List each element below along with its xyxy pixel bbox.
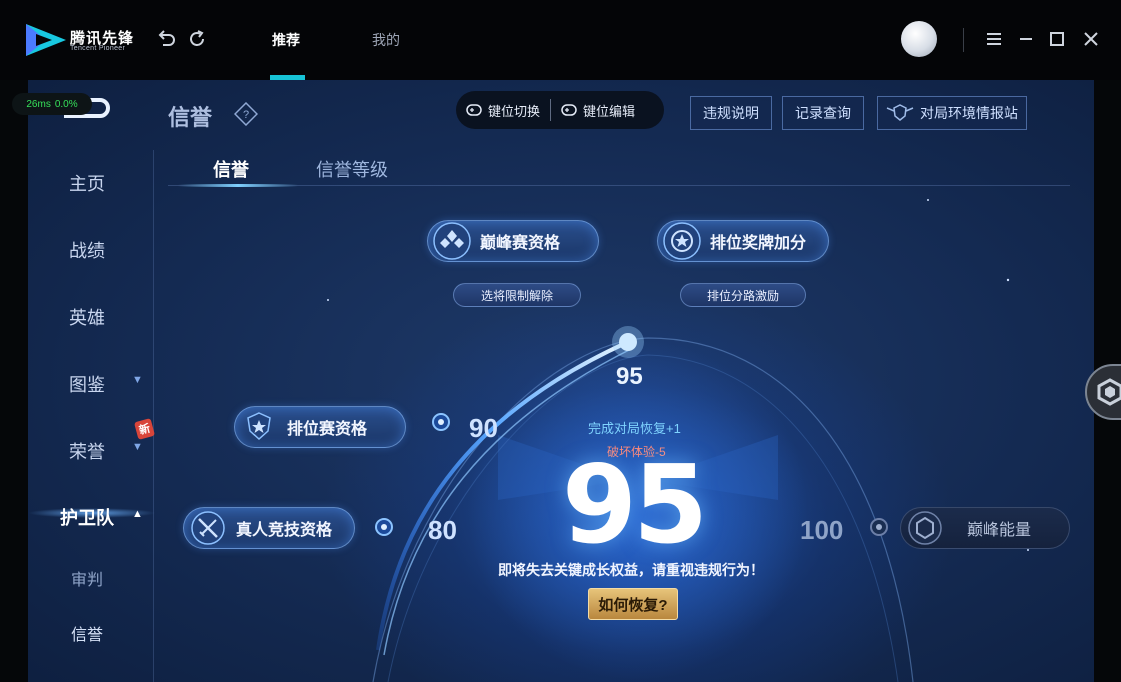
peak-qualification-pill[interactable]: 巅峰赛资格 (427, 220, 599, 262)
tab-mine[interactable]: 我的 (372, 30, 400, 50)
logo-subtext: Tencent Pioneer (70, 45, 126, 52)
scale-80: 80 (428, 515, 457, 545)
star-medal-icon (663, 222, 701, 260)
sidebar-item-record[interactable]: 战绩 (28, 237, 146, 263)
rank-medal-label: 排位奖牌加分 (710, 235, 807, 252)
shield-star-icon (247, 412, 271, 441)
scale-90: 90 (469, 413, 498, 443)
key-settings-group: 键位切换 键位编辑 (456, 91, 664, 129)
scale-95: 95 (616, 363, 643, 390)
sword-shield-icon (191, 511, 225, 545)
diamond-crystal-icon (433, 222, 471, 260)
sidebar-item-home[interactable]: 主页 (28, 170, 146, 196)
peak-energy-pill[interactable]: 巅峰能量 (900, 507, 1070, 549)
gamepad-icon (466, 104, 482, 116)
rank-medal-pill[interactable]: 排位奖牌加分 (657, 220, 829, 262)
help-icon[interactable]: ? (234, 102, 258, 126)
rank-sub-pill[interactable]: 排位分路激励 (680, 283, 806, 307)
rank-qualification-pill[interactable]: 排位赛资格 (234, 406, 406, 448)
tab-recommend[interactable]: 推荐 (272, 30, 300, 50)
environment-station-button[interactable]: 对局环境情报站 (877, 96, 1027, 130)
sidebar-item-heroes[interactable]: 英雄 (28, 304, 146, 330)
sidebar-subitem-credit[interactable]: 信誉 (28, 621, 146, 645)
loss-value: 0.0% (54, 98, 78, 110)
real-qualification-label: 真人竞技资格 (236, 522, 333, 539)
tab-credit-level[interactable]: 信誉等级 (316, 156, 388, 182)
peak-sub-pill[interactable]: 选将限制解除 (453, 283, 581, 307)
chevron-up-icon[interactable]: ▲ (132, 508, 143, 520)
warning-text: 即将失去关键成长权益，请重视违规行为！ (498, 562, 764, 578)
window-edge-left (0, 80, 28, 682)
maximize-icon[interactable] (1046, 28, 1068, 50)
network-status-badge: 26ms 0.0% (12, 93, 92, 115)
key-switch-label: 键位切换 (488, 103, 541, 119)
sidebar-subitem-judge[interactable]: 审判 (28, 566, 146, 590)
peak-qualification-label: 巅峰赛资格 (480, 235, 561, 252)
violation-info-button[interactable]: 违规说明 (690, 96, 772, 130)
sidebar-item-guard-team[interactable]: 护卫队 (28, 504, 146, 530)
record-query-button[interactable]: 记录查询 (782, 96, 864, 130)
credit-arc-graphic (327, 199, 1029, 682)
scale-100: 100 (800, 515, 844, 545)
chevron-down-icon[interactable]: ▼ (132, 374, 143, 386)
peak-energy-label: 巅峰能量 (967, 522, 1032, 539)
tab-credit[interactable]: 信誉 (213, 156, 249, 182)
sidebar-item-honor[interactable]: 荣誉 (28, 438, 146, 464)
avatar[interactable] (901, 21, 937, 57)
svg-text:?: ? (243, 109, 249, 121)
menu-icon[interactable] (983, 28, 1005, 50)
refresh-icon[interactable] (186, 28, 208, 50)
hexagon-icon (1097, 378, 1121, 406)
key-switch-button[interactable]: 键位切换 (456, 101, 550, 120)
sidebar-item-collection[interactable]: 图鉴 (28, 371, 146, 397)
key-edit-button[interactable]: 键位编辑 (551, 101, 645, 120)
credit-score: 95 (561, 443, 708, 568)
shield-wings-icon (886, 104, 914, 121)
credit-panel: 主页 战绩 英雄 图鉴 ▼ 荣誉 新 ▼ 护卫队 ▲ 审判 信誉 信誉 ? 键位… (28, 80, 1094, 682)
rank-qualification-label: 排位赛资格 (287, 421, 368, 438)
tencent-pioneer-logo-icon (26, 24, 66, 56)
how-to-restore-button[interactable]: 如何恢复? (588, 588, 678, 620)
environment-station-label: 对局环境情报站 (920, 105, 1018, 121)
sidebar-divider (153, 150, 154, 682)
chevron-down-icon[interactable]: ▼ (132, 441, 143, 453)
page-title: 信誉 (168, 105, 213, 130)
subtabs-divider (168, 185, 1070, 186)
hexagon-energy-icon (908, 511, 942, 545)
minimize-icon[interactable] (1015, 28, 1037, 50)
real-qualification-pill[interactable]: 真人竞技资格 (183, 507, 355, 549)
undo-icon[interactable] (155, 28, 177, 50)
titlebar-divider (963, 28, 964, 52)
gamepad-icon (561, 104, 577, 116)
close-icon[interactable] (1080, 28, 1102, 50)
restore-hint: 完成对局恢复+1 (588, 421, 681, 436)
ping-value: 26ms (26, 98, 51, 110)
active-subtab-indicator (178, 184, 298, 187)
key-edit-label: 键位编辑 (583, 103, 636, 119)
title-bar: 腾讯先锋 Tencent Pioneer 推荐 我的 (0, 0, 1121, 80)
